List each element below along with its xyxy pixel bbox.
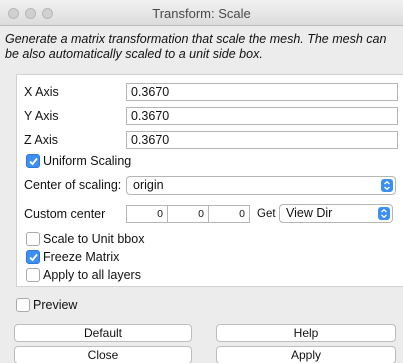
freeze-matrix-label: Freeze Matrix: [43, 250, 120, 264]
title-bar: Transform: Scale: [0, 0, 403, 26]
apply-to-all-layers-checkbox[interactable]: [26, 268, 40, 282]
uniform-scaling-label: Uniform Scaling: [43, 154, 132, 168]
freeze-matrix-checkbox[interactable]: [26, 250, 40, 264]
y-axis-label: Y Axis: [24, 109, 59, 123]
apply-button[interactable]: Apply: [216, 346, 396, 363]
window-title: Transform: Scale: [152, 6, 251, 21]
default-button[interactable]: Default: [14, 324, 192, 342]
filter-description: Generate a matrix transformation that sc…: [5, 32, 387, 61]
x-axis-field[interactable]: 0.3670: [126, 83, 398, 101]
center-of-scaling-label: Center of scaling:: [24, 178, 122, 192]
select-arrows-icon: [381, 179, 393, 192]
help-button[interactable]: Help: [216, 324, 396, 342]
view-dir-select[interactable]: View Dir: [279, 204, 393, 223]
preview-checkbox[interactable]: [16, 298, 30, 312]
checkmark-icon: [29, 253, 38, 262]
center-of-scaling-value: origin: [133, 178, 164, 192]
custom-center-y-field[interactable]: 0: [167, 205, 209, 223]
scale-to-unit-bbox-checkbox[interactable]: [26, 232, 40, 246]
custom-center-label: Custom center: [24, 207, 106, 221]
uniform-scaling-checkbox[interactable]: [26, 154, 40, 168]
apply-to-all-layers-label: Apply to all layers: [43, 268, 141, 282]
scale-to-unit-bbox-label: Scale to Unit bbox: [43, 232, 145, 246]
checkmark-icon: [29, 157, 38, 166]
view-dir-value: View Dir: [286, 206, 333, 220]
close-button[interactable]: Close: [14, 346, 192, 363]
z-axis-field[interactable]: 0.3670: [126, 131, 398, 149]
y-axis-field[interactable]: 0.3670: [126, 107, 398, 125]
z-axis-label: Z Axis: [24, 133, 59, 147]
custom-center-x-field[interactable]: 0: [126, 205, 168, 223]
preview-label: Preview: [33, 298, 78, 312]
center-of-scaling-select[interactable]: origin: [126, 176, 396, 195]
get-label: Get: [257, 208, 276, 220]
x-axis-label: X Axis: [24, 85, 59, 99]
custom-center-z-field[interactable]: 0: [208, 205, 250, 223]
select-arrows-icon: [378, 207, 390, 220]
